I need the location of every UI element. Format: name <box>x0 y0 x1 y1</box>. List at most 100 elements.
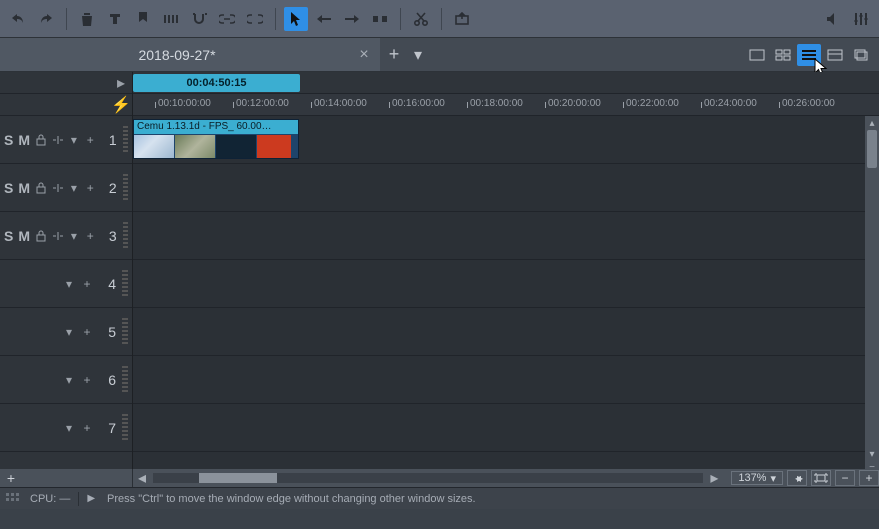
track-header[interactable]: ▾+5 <box>0 308 132 356</box>
solo-button[interactable]: S <box>4 228 14 244</box>
zoom-percent[interactable]: 137%▾ <box>731 471 783 485</box>
track-menu-button[interactable]: ▾ <box>68 229 80 243</box>
marker-button[interactable] <box>131 7 155 31</box>
scroll-down-button[interactable]: ▾ <box>865 447 879 461</box>
ruler-tick: 00:10:00:00 <box>155 98 211 109</box>
track-lane[interactable] <box>133 164 865 212</box>
grip-icon[interactable] <box>122 318 128 346</box>
track-lane[interactable] <box>133 308 865 356</box>
track-header[interactable]: ▾+6 <box>0 356 132 404</box>
fx-icon[interactable] <box>51 133 63 147</box>
split-button[interactable] <box>159 7 183 31</box>
mute-button[interactable]: M <box>18 228 31 244</box>
project-tab[interactable]: 2018-09-27* × <box>0 38 380 71</box>
link-button[interactable] <box>215 7 239 31</box>
insert-button[interactable] <box>450 7 474 31</box>
volume-button[interactable] <box>821 7 845 31</box>
track-lane[interactable] <box>133 212 865 260</box>
track-header[interactable]: ▾+7 <box>0 404 132 452</box>
vertical-scroll-thumb[interactable] <box>867 130 877 168</box>
status-bar: CPU: — ▶ Press "Ctrl" to move the window… <box>0 487 879 509</box>
vertical-scrollbar[interactable]: ▴ ▾ − + <box>865 116 879 487</box>
scroll-right-button[interactable]: ▸ <box>705 469 723 487</box>
cut-button[interactable] <box>409 7 433 31</box>
ripple-right-button[interactable] <box>340 7 364 31</box>
layout-list-button[interactable] <box>797 44 821 66</box>
cpu-label: CPU: — <box>30 493 70 505</box>
snap-button[interactable] <box>187 7 211 31</box>
scroll-left-button[interactable]: ◂ <box>133 469 151 487</box>
track-add-button[interactable]: + <box>80 277 94 291</box>
grip-icon[interactable] <box>122 366 128 394</box>
track-index: 3 <box>104 228 116 244</box>
auto-icon[interactable]: ⚡ <box>114 98 128 112</box>
grip-icon[interactable] <box>122 414 128 442</box>
mute-button[interactable]: M <box>18 180 31 196</box>
track-lane[interactable] <box>133 356 865 404</box>
tab-menu-button[interactable]: ▾ <box>408 38 428 71</box>
fx-icon[interactable] <box>51 181 63 195</box>
track-add-button[interactable]: + <box>84 181 96 195</box>
track-menu-button[interactable]: ▾ <box>68 133 80 147</box>
lock-icon[interactable] <box>35 133 47 147</box>
close-tab-button[interactable]: × <box>354 45 374 65</box>
track-lane[interactable] <box>133 260 865 308</box>
track-header[interactable]: ▾+4 <box>0 260 132 308</box>
timeline-lanes[interactable]: Cemu 1.13.1d - FPS_ 60.00… ▴ ▾ − + <box>133 116 879 487</box>
video-clip[interactable]: Cemu 1.13.1d - FPS_ 60.00… <box>133 119 299 159</box>
horizontal-scroll-track[interactable] <box>153 473 703 483</box>
horizontal-scrollbar[interactable]: ◂ ▸ <box>133 469 723 487</box>
layout-overview-button[interactable] <box>823 44 847 66</box>
unlink-button[interactable] <box>243 7 267 31</box>
track-menu-button[interactable]: ▾ <box>62 373 76 387</box>
undo-button[interactable] <box>6 7 30 31</box>
title-button[interactable] <box>103 7 127 31</box>
track-header[interactable]: SM▾+2 <box>0 164 132 212</box>
track-add-button[interactable]: + <box>80 325 94 339</box>
collapse-icon[interactable]: ▸ <box>114 76 128 90</box>
horizontal-scroll-thumb[interactable] <box>199 473 277 483</box>
track-add-button[interactable]: + <box>80 421 94 435</box>
add-tab-button[interactable]: + <box>380 38 408 71</box>
grip-icon[interactable] <box>122 270 128 298</box>
solo-button[interactable]: S <box>4 132 14 148</box>
fit-width-button[interactable]: ◂▸ <box>787 470 807 486</box>
lock-icon[interactable] <box>35 181 47 195</box>
grip-icon[interactable] <box>123 174 128 202</box>
track-add-button[interactable]: + <box>84 133 96 147</box>
scroll-up-button[interactable]: ▴ <box>865 116 879 130</box>
track-lane[interactable] <box>133 404 865 452</box>
fx-icon[interactable] <box>51 229 63 243</box>
zoom-in-button[interactable]: + <box>859 470 879 486</box>
grip-icon[interactable] <box>123 222 128 250</box>
fit-selection-button[interactable] <box>811 470 831 486</box>
track-header[interactable]: SM▾+1 <box>0 116 132 164</box>
mixer-button[interactable] <box>849 7 873 31</box>
playhead-row[interactable]: 00:04:50:15 <box>133 72 879 94</box>
select-tool-button[interactable] <box>284 7 308 31</box>
layout-grid-button[interactable] <box>771 44 795 66</box>
track-lane[interactable]: Cemu 1.13.1d - FPS_ 60.00… <box>133 116 865 164</box>
add-track-button[interactable]: + <box>4 471 18 485</box>
solo-button[interactable]: S <box>4 180 14 196</box>
track-menu-button[interactable]: ▾ <box>62 421 76 435</box>
zoom-out-button[interactable]: − <box>835 470 855 486</box>
time-ruler[interactable]: 00:10:00:0000:12:00:0000:14:00:0000:16:0… <box>133 94 879 116</box>
track-menu-button[interactable]: ▾ <box>68 181 80 195</box>
ripple-left-button[interactable] <box>312 7 336 31</box>
playhead-time[interactable]: 00:04:50:15 <box>133 74 300 92</box>
track-menu-button[interactable]: ▾ <box>62 325 76 339</box>
delete-button[interactable] <box>75 7 99 31</box>
track-menu-button[interactable]: ▾ <box>62 277 76 291</box>
track-add-button[interactable]: + <box>84 229 96 243</box>
gap-button[interactable] <box>368 7 392 31</box>
mute-button[interactable]: M <box>18 132 31 148</box>
track-add-button[interactable]: + <box>80 373 94 387</box>
redo-button[interactable] <box>34 7 58 31</box>
grip-icon[interactable] <box>123 126 128 154</box>
track-header[interactable]: SM ▾ +3 <box>0 212 132 260</box>
lock-icon[interactable] <box>35 229 47 243</box>
ruler-tick: 00:26:00:00 <box>779 98 835 109</box>
layout-popout-button[interactable] <box>849 44 873 66</box>
layout-single-button[interactable] <box>745 44 769 66</box>
